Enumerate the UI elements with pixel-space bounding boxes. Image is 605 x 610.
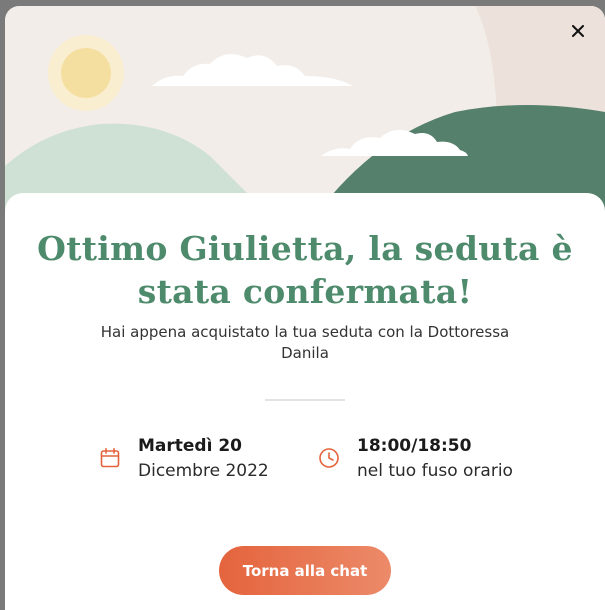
hero-illustration (5, 6, 605, 216)
sun (61, 48, 111, 98)
back-to-chat-button[interactable]: Torna alla chat (219, 546, 391, 595)
confirmation-card: Ottimo Giulietta, la seduta è stata conf… (5, 193, 605, 610)
date-info: Martedì 20 Dicembre 2022 (99, 434, 269, 484)
close-button[interactable] (567, 20, 589, 42)
date-day: Martedì 20 (138, 436, 243, 456)
time-note: nel tuo fuso orario (357, 461, 513, 481)
date-month-year: Dicembre 2022 (138, 461, 269, 481)
divider (265, 399, 345, 401)
time-range: 18:00/18:50 (357, 436, 472, 456)
calendar-icon (100, 447, 120, 468)
subtitle: Hai appena acquistato la tua seduta con … (100, 323, 510, 362)
page-title: Ottimo Giulietta, la seduta è stata conf… (37, 229, 573, 311)
confirmation-modal: Ottimo Giulietta, la seduta è stata conf… (5, 6, 605, 610)
clock-icon (319, 448, 339, 468)
cloud-top (152, 54, 353, 86)
close-icon (572, 25, 584, 37)
time-info: 18:00/18:50 nel tuo fuso orario (318, 434, 513, 484)
